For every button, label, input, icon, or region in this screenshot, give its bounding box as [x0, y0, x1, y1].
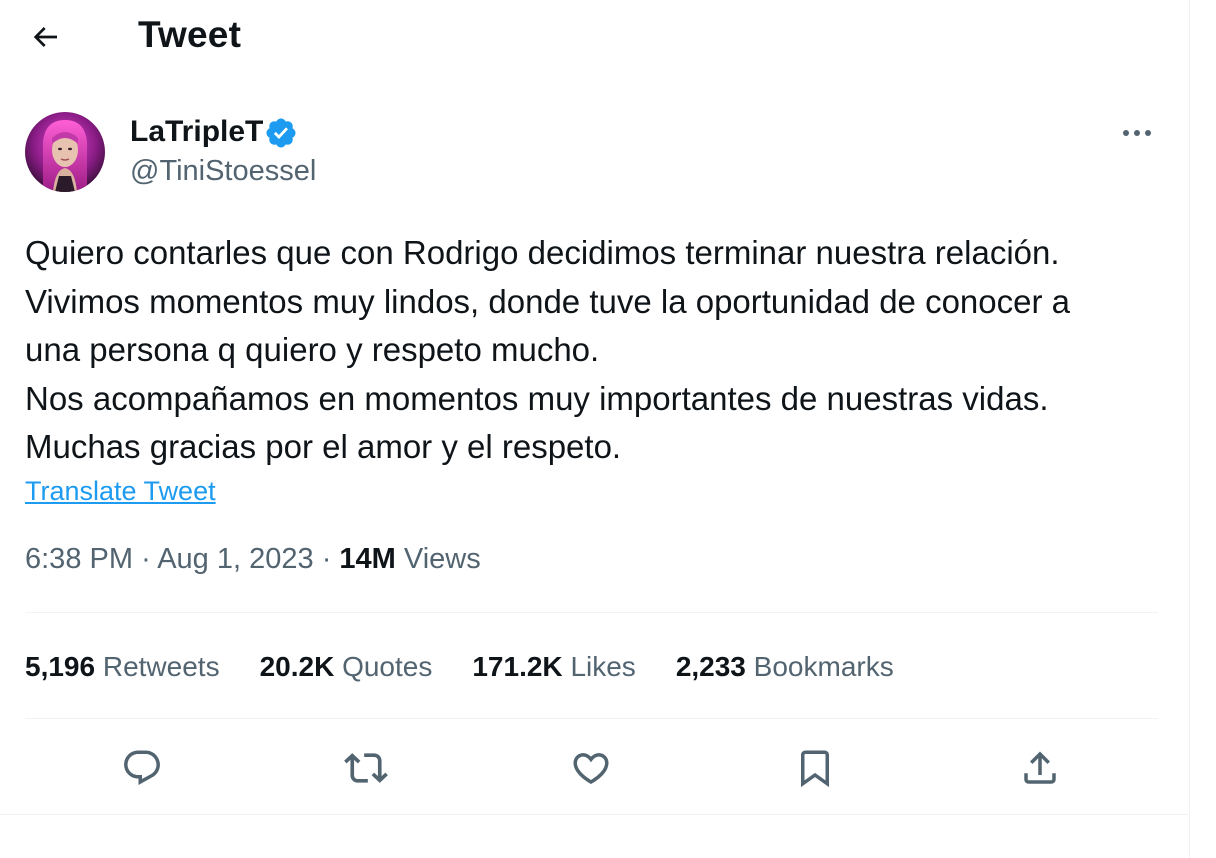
- author-display-name[interactable]: LaTripleT: [130, 113, 263, 151]
- retweets-count: 5,196: [25, 651, 96, 682]
- views-label: Views: [403, 543, 481, 575]
- verified-badge-icon: [264, 116, 298, 150]
- share-icon: [1019, 747, 1061, 789]
- translate-tweet-link[interactable]: Translate Tweet: [25, 474, 216, 508]
- tweet-text-line: Muchas gracias por el amor y el respeto.: [25, 428, 622, 465]
- likes-label: Likes: [570, 651, 636, 682]
- tweet-text-line: Nos acompañamos en momentos muy importan…: [25, 379, 1049, 417]
- tweet-meta: 6:38 PM · Aug 1, 2023 · 14M Views: [25, 540, 481, 578]
- tweet-actions-bar: [0, 740, 1189, 796]
- bookmarks-label: Bookmarks: [753, 651, 894, 682]
- quotes-label: Quotes: [342, 651, 433, 682]
- reply-icon: [121, 747, 163, 789]
- retweets-label: Retweets: [102, 651, 220, 682]
- back-button[interactable]: [22, 14, 68, 60]
- quotes-count: 20.2K: [259, 651, 335, 682]
- likes-stat[interactable]: 171.2K Likes: [472, 647, 635, 687]
- arrow-left-icon: [29, 21, 61, 53]
- divider: [0, 814, 1189, 815]
- quotes-stat[interactable]: 20.2K Quotes: [260, 647, 433, 687]
- author-handle[interactable]: @TiniStoessel: [130, 152, 316, 190]
- divider: [25, 718, 1158, 719]
- bookmarks-stat[interactable]: 2,233 Bookmarks: [676, 647, 894, 687]
- retweet-icon: [344, 746, 388, 790]
- page-title: Tweet: [138, 14, 242, 55]
- meta-separator: ·: [141, 543, 151, 575]
- tweet-text-line: Vivimos momentos muy lindos, donde tuve …: [25, 282, 1070, 320]
- heart-icon: [570, 747, 612, 789]
- tweet-date[interactable]: Aug 1, 2023: [157, 543, 313, 575]
- bookmarks-count: 2,233: [675, 651, 746, 682]
- retweet-button[interactable]: [338, 740, 394, 796]
- share-button[interactable]: [1012, 740, 1068, 796]
- more-dots-icon: [1121, 128, 1153, 138]
- bookmark-button[interactable]: [787, 740, 843, 796]
- engagement-stats: 5,196 Retweets 20.2K Quotes 171.2K Likes…: [25, 647, 894, 687]
- tweet-text: Quiero contarles que con Rodrigo decidim…: [25, 229, 1175, 472]
- like-button[interactable]: [563, 740, 619, 796]
- reply-button[interactable]: [114, 740, 170, 796]
- tweet-time[interactable]: 6:38 PM: [25, 543, 133, 575]
- bookmark-icon: [794, 747, 836, 789]
- meta-separator: ·: [321, 543, 332, 575]
- retweets-stat[interactable]: 5,196 Retweets: [25, 647, 220, 687]
- tweet-page: Tweet LaTripleT @TiniStoessel Quiero con…: [0, 0, 1216, 858]
- likes-count: 171.2K: [472, 651, 563, 682]
- avatar[interactable]: [25, 112, 105, 192]
- tweet-text-line: Quiero contarles que con Rodrigo decidim…: [25, 234, 1060, 271]
- tweet-text-line: una persona q quiero y respeto mucho.: [25, 331, 600, 368]
- views-count: 14M: [339, 543, 396, 575]
- divider: [25, 612, 1158, 613]
- more-button[interactable]: [1114, 112, 1160, 154]
- column-border: [1189, 0, 1190, 858]
